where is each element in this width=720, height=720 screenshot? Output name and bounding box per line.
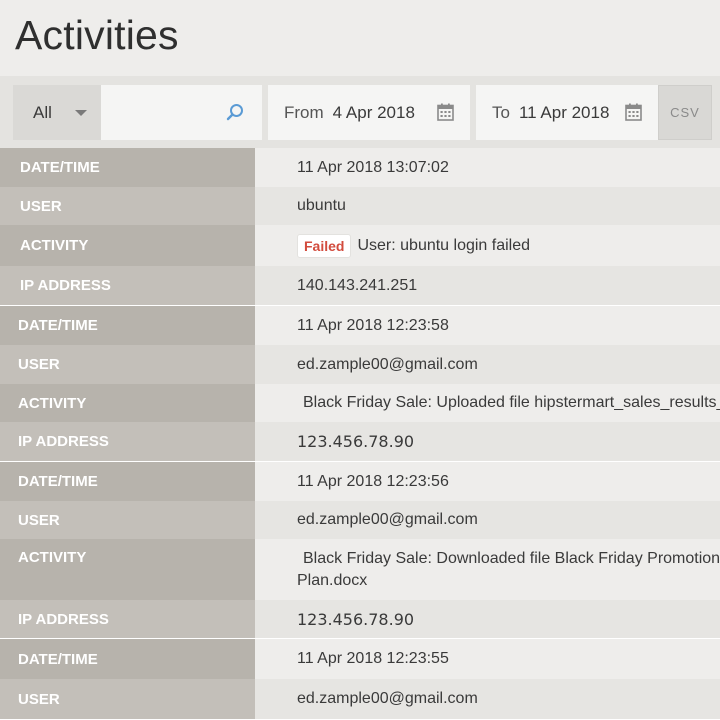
activity-row: ACTIVITY Black Friday Sale: Downloaded f…	[0, 539, 720, 600]
datetime-label: DATE/TIME	[0, 306, 255, 345]
activity-label: ACTIVITY	[0, 225, 255, 266]
ip-value: 140.143.241.251	[255, 266, 720, 305]
datetime-value: 11 Apr 2018 13:07:02	[255, 148, 720, 187]
search-input[interactable]	[111, 99, 221, 125]
datetime-row: DATE/TIME 11 Apr 2018 13:07:02	[0, 148, 720, 187]
activity-value: Black Friday Sale: Downloaded file Black…	[255, 539, 720, 600]
user-row: USER ed.zample00@gmail.com	[0, 679, 720, 719]
activity-text: Black Friday Sale: Downloaded file Black…	[297, 550, 720, 589]
activity-list: DATE/TIME 11 Apr 2018 13:07:02 USER ubun…	[0, 148, 720, 720]
activity-entry: DATE/TIME 11 Apr 2018 13:07:02 USER ubun…	[0, 148, 720, 306]
user-label: USER	[0, 345, 255, 384]
datetime-label: DATE/TIME	[0, 462, 255, 501]
datetime-label: DATE/TIME	[0, 639, 255, 679]
activity-type-select[interactable]: All	[13, 85, 101, 140]
user-label: USER	[0, 501, 255, 539]
datetime-row: DATE/TIME 11 Apr 2018 12:23:56	[0, 462, 720, 501]
user-value: ed.zample00@gmail.com	[255, 345, 720, 384]
search-box[interactable]	[101, 85, 262, 140]
activity-label: ACTIVITY	[0, 384, 255, 422]
filter-toolbar: All From 4 Apr 2018 To 11 Apr 2018 CSV	[0, 76, 720, 148]
calendar-icon[interactable]	[625, 103, 642, 121]
activity-text: User: ubuntu login failed	[357, 236, 531, 254]
from-date-field[interactable]: From 4 Apr 2018	[268, 85, 470, 140]
datetime-label: DATE/TIME	[0, 148, 255, 187]
user-value: ed.zample00@gmail.com	[255, 679, 720, 719]
datetime-value: 11 Apr 2018 12:23:56	[255, 462, 720, 501]
ip-value: 123.456.78.90	[255, 600, 720, 638]
user-row: USER ed.zample00@gmail.com	[0, 345, 720, 384]
to-label: To	[492, 102, 510, 122]
ip-label: IP ADDRESS	[0, 422, 255, 461]
activity-entry: DATE/TIME 11 Apr 2018 12:23:55 USER ed.z…	[0, 639, 720, 720]
user-row: USER ed.zample00@gmail.com	[0, 501, 720, 539]
search-icon[interactable]	[226, 103, 244, 121]
from-date-value: 4 Apr 2018	[332, 102, 415, 122]
ip-row: IP ADDRESS 123.456.78.90	[0, 600, 720, 638]
ip-row: IP ADDRESS 140.143.241.251	[0, 266, 720, 305]
ip-label: IP ADDRESS	[0, 600, 255, 638]
to-date-value: 11 Apr 2018	[518, 102, 610, 122]
ip-row: IP ADDRESS 123.456.78.90	[0, 422, 720, 461]
to-date-field[interactable]: To 11 Apr 2018	[476, 85, 658, 140]
activity-entry: DATE/TIME 11 Apr 2018 12:23:56 USER ed.z…	[0, 462, 720, 639]
user-label: USER	[0, 187, 255, 225]
from-label: From	[284, 102, 324, 122]
chevron-down-icon	[75, 110, 87, 116]
failed-status-badge: Failed	[297, 233, 352, 258]
csv-export-button[interactable]: CSV	[658, 85, 712, 140]
datetime-value: 11 Apr 2018 12:23:58	[255, 306, 720, 345]
user-row: USER ubuntu	[0, 187, 720, 225]
calendar-icon[interactable]	[437, 103, 454, 121]
user-value: ed.zample00@gmail.com	[255, 501, 720, 539]
activity-entry: DATE/TIME 11 Apr 2018 12:23:58 USER ed.z…	[0, 306, 720, 462]
user-value: ubuntu	[255, 187, 720, 225]
activity-type-value: All	[33, 102, 52, 122]
page-title: Activities	[15, 12, 179, 58]
ip-value: 123.456.78.90	[255, 422, 720, 461]
datetime-row: DATE/TIME 11 Apr 2018 12:23:58	[0, 306, 720, 345]
activity-row: ACTIVITY Failed User: ubuntu login faile…	[0, 225, 720, 266]
activity-row: ACTIVITY Black Friday Sale: Uploaded fil…	[0, 384, 720, 422]
ip-label: IP ADDRESS	[0, 266, 255, 305]
user-label: USER	[0, 679, 255, 719]
activity-value: Black Friday Sale: Uploaded file hipster…	[255, 384, 720, 422]
activity-value: Failed User: ubuntu login failed	[255, 225, 720, 266]
activity-label: ACTIVITY	[0, 539, 255, 600]
datetime-row: DATE/TIME 11 Apr 2018 12:23:55	[0, 639, 720, 679]
datetime-value: 11 Apr 2018 12:23:55	[255, 639, 720, 679]
